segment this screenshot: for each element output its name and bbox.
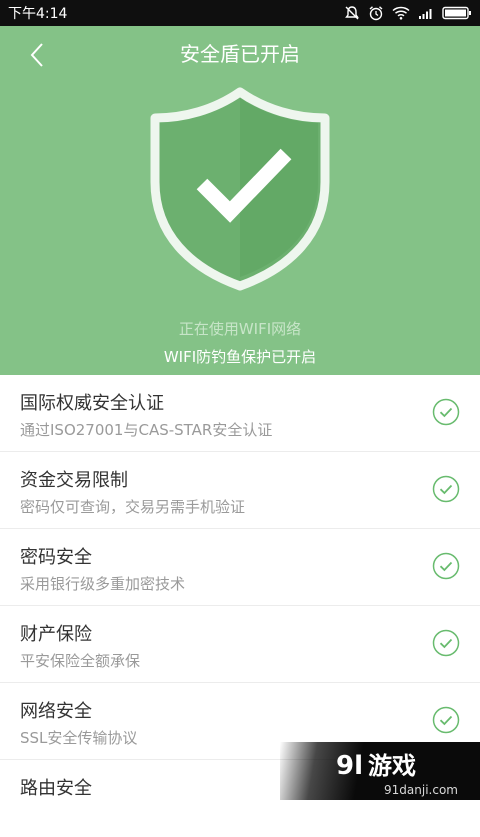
item-subtitle: 平安保险全额承保 [20, 652, 141, 670]
status-time: 下午4:14 [8, 6, 68, 22]
protection-status-text: WIFI防钓鱼保护已开启 [163, 348, 317, 366]
item-title: 密码安全 [20, 547, 92, 568]
status-bar: 下午4:14 [0, 0, 480, 26]
network-status-text: 正在使用WIFI网络 [178, 320, 302, 338]
list-item[interactable]: 密码安全 采用银行级多重加密技术 [0, 529, 480, 606]
check-circle-icon [432, 629, 460, 657]
item-subtitle: 通过ISO27001与CAS-STAR安全认证 [20, 421, 273, 439]
check-circle-icon [432, 706, 460, 734]
item-subtitle: SSL安全传输协议 [20, 729, 138, 747]
status-icons [344, 5, 472, 21]
wifi-icon [392, 6, 410, 20]
alarm-icon [369, 6, 383, 21]
shield-check-icon [150, 87, 330, 291]
list-item[interactable]: 资金交易限制 密码仅可查询，交易另需手机验证 [0, 452, 480, 529]
page-title: 安全盾已开启 [180, 42, 300, 66]
battery-icon [442, 6, 471, 20]
item-title: 网络安全 [20, 701, 92, 722]
watermark: 9l 游戏 91danji.com [280, 742, 480, 800]
check-circle-icon [432, 398, 460, 426]
item-subtitle: 密码仅可查询，交易另需手机验证 [20, 498, 246, 516]
silent-icon [345, 6, 359, 20]
item-title: 财产保险 [20, 624, 92, 645]
item-subtitle: 采用银行级多重加密技术 [20, 575, 186, 593]
watermark-url: 91danji.com [384, 783, 458, 797]
item-title: 资金交易限制 [20, 470, 128, 491]
list-item[interactable]: 国际权威安全认证 通过ISO27001与CAS-STAR安全认证 [0, 375, 480, 452]
svg-text:游戏: 游戏 [368, 752, 416, 780]
item-title: 国际权威安全认证 [20, 393, 164, 414]
security-hero: 安全盾已开启 正在使用WIFI网络 WIFI防钓鱼保护已开启 [0, 26, 480, 375]
check-circle-icon [432, 552, 460, 580]
item-title: 路由安全 [20, 778, 92, 799]
check-circle-icon [432, 475, 460, 503]
list-item[interactable]: 财产保险 平安保险全额承保 [0, 606, 480, 683]
signal-icon [419, 9, 432, 19]
svg-text:9l: 9l [336, 751, 363, 780]
watermark-logo: 9l 游戏 [336, 751, 416, 780]
